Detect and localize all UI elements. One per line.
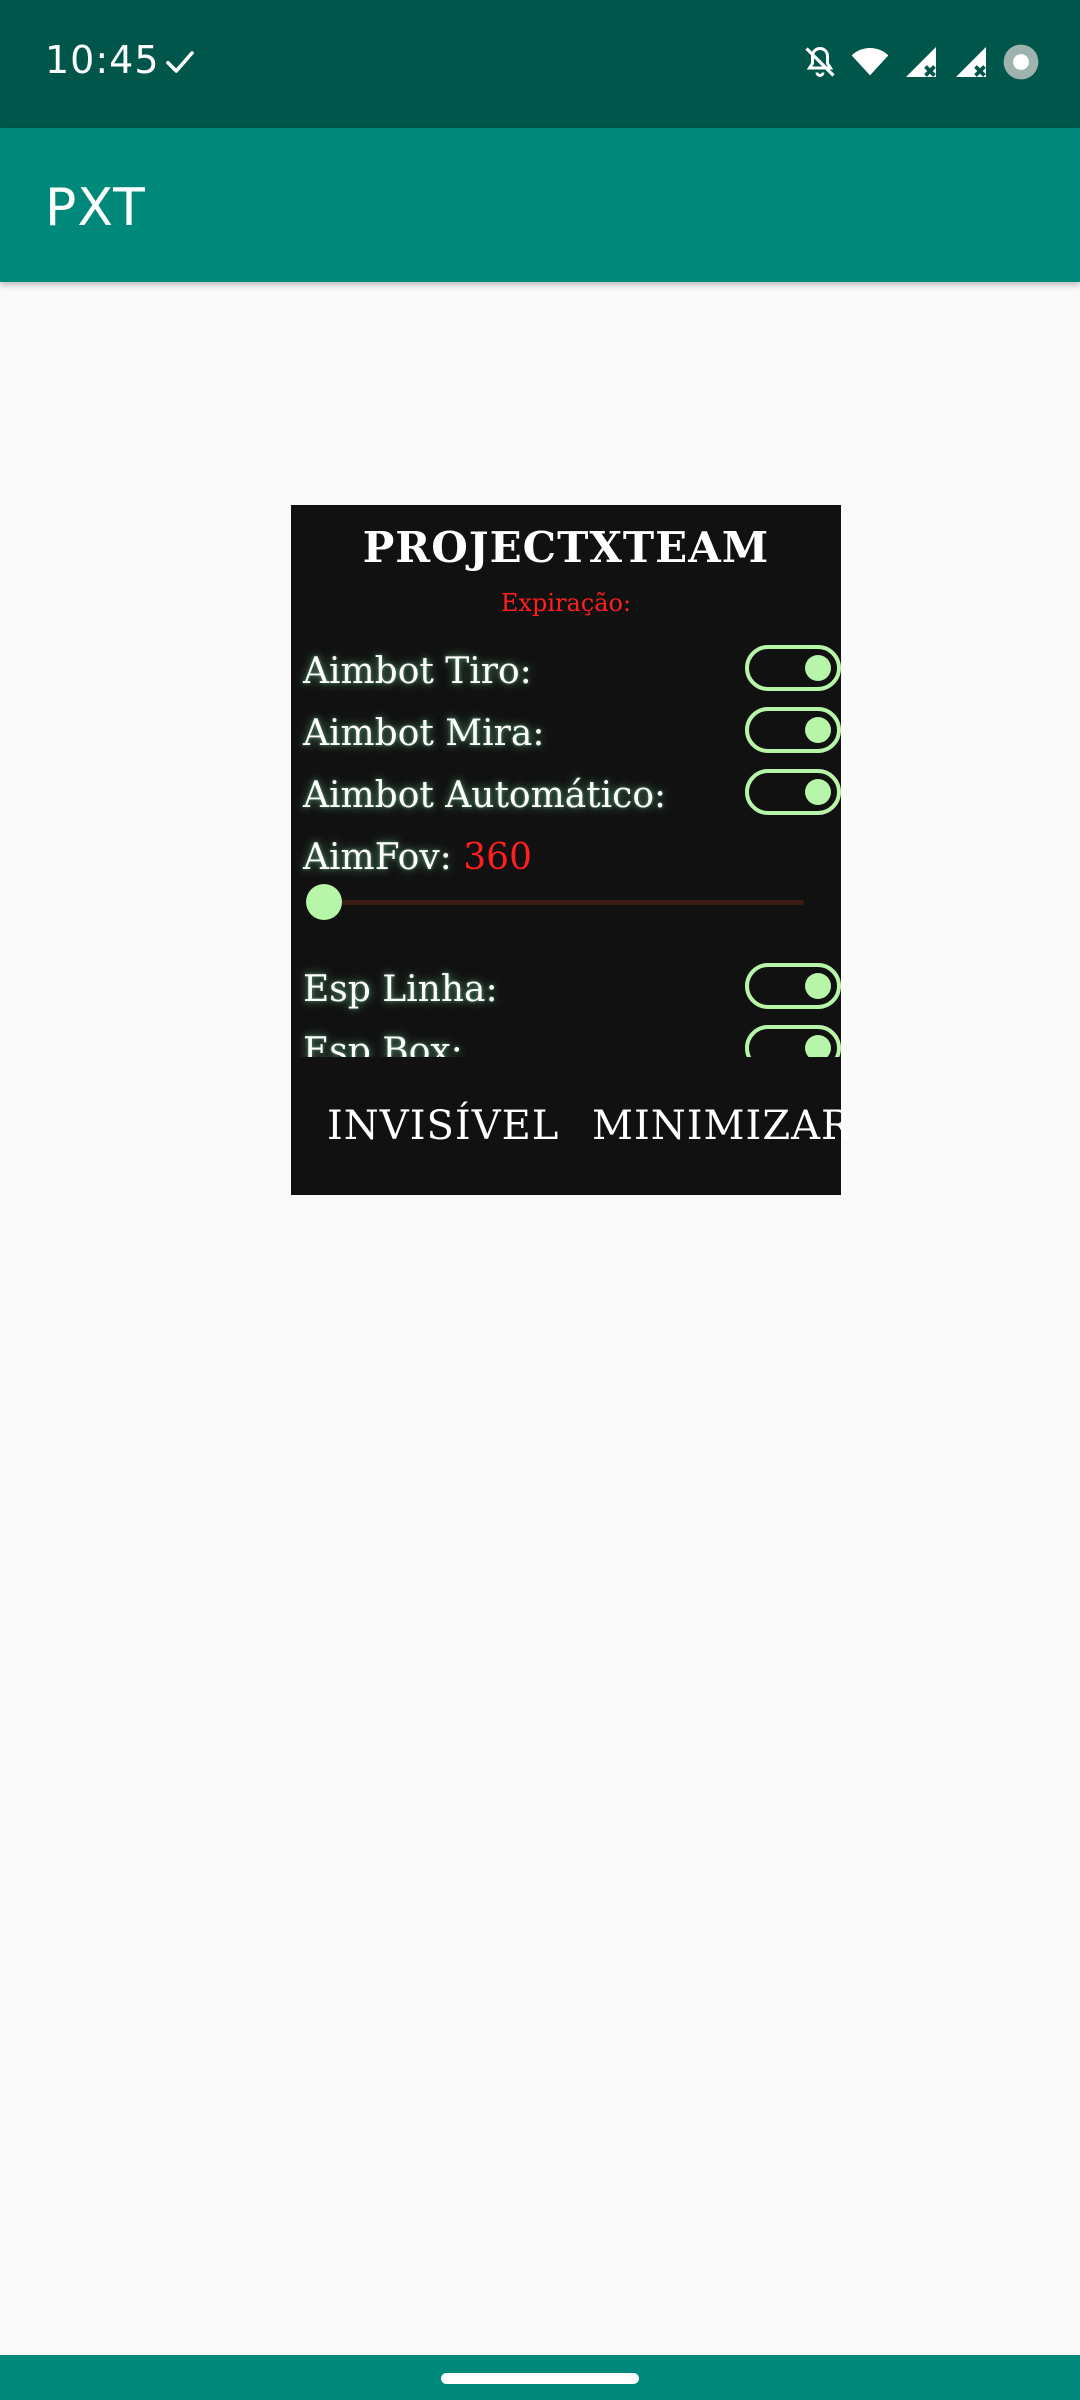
toggle-label: Esp Linha:: [303, 969, 498, 1010]
wifi-icon: [851, 48, 889, 76]
check-icon: [166, 51, 194, 73]
slider-track: [324, 900, 804, 905]
toggle-row-esp-linha: Esp Linha:: [291, 963, 841, 1019]
aimfov-label: AimFov: 360: [303, 837, 532, 878]
toggle-row-aimbot-mira: Aimbot Mira:: [291, 707, 841, 763]
navigation-bar: [0, 2355, 1080, 2400]
home-gesture-handle[interactable]: [441, 2373, 639, 2384]
signal-x-icon: [906, 47, 936, 77]
status-bar: 10:45: [0, 0, 1080, 128]
toggle-row-esp-box: Esp Box:: [291, 1025, 841, 1057]
toggle-label: Aimbot Mira:: [303, 713, 545, 754]
bell-off-icon: [805, 46, 835, 77]
options-scroll-area[interactable]: Aimbot Tiro: Aimbot Mira: Aimbot Automát…: [291, 625, 841, 1057]
switch-knob: [805, 973, 831, 999]
toggle-label: Esp Box:: [303, 1031, 463, 1057]
toggle-label: Aimbot Tiro:: [303, 651, 532, 692]
aimbot-automatico-switch[interactable]: [745, 769, 841, 815]
expiry-label: Expiração:: [500, 589, 632, 617]
mod-menu-panel[interactable]: PROJECTXTEAM Expiração: Aimbot Tiro: Aim…: [291, 505, 851, 1195]
aimfov-label-text: AimFov:: [303, 837, 452, 878]
app-bar: PXT: [0, 128, 1080, 282]
invisible-button[interactable]: INVISÍVEL: [327, 1103, 559, 1149]
switch-knob: [805, 655, 831, 681]
panel-title: PROJECTXTEAM: [362, 523, 770, 572]
minimize-button[interactable]: MINIMIZAR: [592, 1103, 852, 1149]
aimfov-slider[interactable]: [306, 882, 806, 922]
aimfov-value: 360: [463, 837, 532, 878]
toggle-label: Aimbot Automático:: [303, 775, 667, 816]
switch-knob: [805, 779, 831, 805]
switch-knob: [805, 717, 831, 743]
aimbot-mira-switch[interactable]: [745, 707, 841, 753]
esp-linha-switch[interactable]: [745, 963, 841, 1009]
switch-knob: [805, 1035, 831, 1057]
aimfov-row: AimFov: 360: [291, 831, 841, 887]
app-title: PXT: [45, 178, 146, 238]
panel-button-row: INVISÍVEL MINIMIZAR: [291, 1057, 851, 1195]
record-dot-icon: [1003, 44, 1039, 80]
slider-thumb[interactable]: [306, 884, 342, 920]
toggle-row-aimbot-automatico: Aimbot Automático:: [291, 769, 841, 825]
esp-box-switch[interactable]: [745, 1025, 841, 1057]
signal-x-icon: [956, 47, 986, 77]
toggle-row-aimbot-tiro: Aimbot Tiro:: [291, 645, 841, 701]
status-time: 10:45: [45, 38, 160, 82]
aimbot-tiro-switch[interactable]: [745, 645, 841, 691]
status-icons: [802, 42, 1040, 82]
